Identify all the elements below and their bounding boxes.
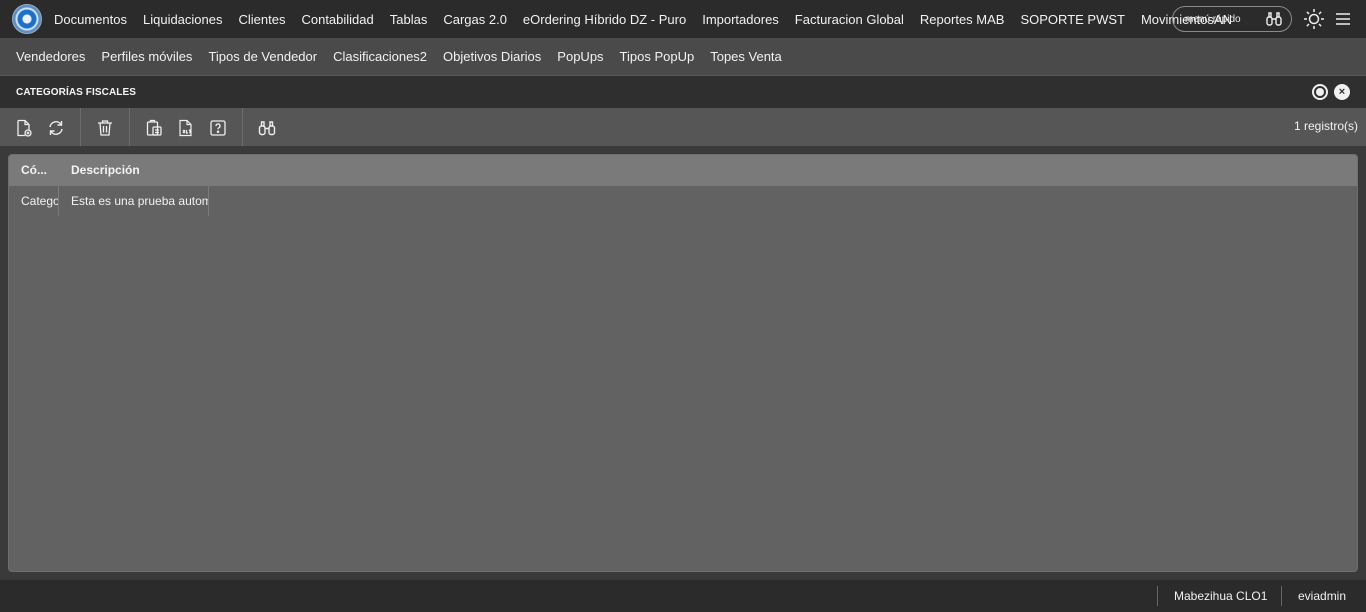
submenu-item-objetivos-diarios[interactable]: Objetivos Diarios bbox=[435, 49, 549, 64]
menu-item-contabilidad[interactable]: Contabilidad bbox=[293, 12, 381, 27]
record-count: 1 registro(s) bbox=[1293, 119, 1358, 133]
menu-item-tablas[interactable]: Tablas bbox=[382, 12, 436, 27]
toolbar-separator bbox=[80, 108, 81, 146]
app-logo[interactable] bbox=[12, 4, 42, 34]
binoculars-icon[interactable] bbox=[1265, 10, 1283, 31]
quick-menu-label: menú rápido bbox=[1185, 13, 1241, 25]
panel-close-button[interactable]: × bbox=[1334, 84, 1350, 100]
submenu-item-perfiles-moviles[interactable]: Perfiles móviles bbox=[93, 49, 200, 64]
submenu-item-popups[interactable]: PopUps bbox=[549, 49, 611, 64]
menu-item-liquidaciones[interactable]: Liquidaciones bbox=[135, 12, 231, 27]
menu-item-soporte-pwst[interactable]: SOPORTE PWST bbox=[1012, 12, 1133, 27]
help-icon[interactable] bbox=[208, 118, 228, 138]
search-binoculars-icon[interactable] bbox=[257, 118, 277, 138]
xls-export-icon[interactable] bbox=[176, 118, 196, 138]
refresh-icon[interactable] bbox=[46, 118, 66, 138]
menu-item-eordering[interactable]: eOrdering Híbrido DZ - Puro bbox=[515, 12, 694, 27]
theme-toggle-sun-icon[interactable] bbox=[1303, 8, 1325, 30]
new-record-icon[interactable] bbox=[14, 118, 34, 138]
panel-options-button[interactable] bbox=[1312, 84, 1328, 100]
submenu-item-tipos-vendedor[interactable]: Tipos de Vendedor bbox=[200, 49, 325, 64]
menu-item-clientes[interactable]: Clientes bbox=[231, 12, 294, 27]
submenu-item-clasificaciones2[interactable]: Clasificaciones2 bbox=[325, 49, 435, 64]
submenu-item-topes-venta[interactable]: Topes Venta bbox=[702, 49, 790, 64]
data-grid: Có... Descripción Catego Esta es una pru… bbox=[8, 154, 1358, 572]
panel-header: CATEGORÍAS FISCALES bbox=[0, 76, 1366, 108]
status-bar: Mabezihua CLO1 eviadmin bbox=[0, 580, 1366, 612]
column-header-descripcion[interactable]: Descripción bbox=[59, 155, 209, 186]
user-label[interactable]: eviadmin bbox=[1298, 580, 1346, 612]
status-separator bbox=[1157, 586, 1158, 606]
sub-menu-bar: Vendedores Perfiles móviles Tipos de Ven… bbox=[0, 38, 1366, 76]
cell-descripcion[interactable]: Esta es una prueba automa bbox=[59, 186, 209, 216]
menu-item-documentos[interactable]: Documentos bbox=[54, 12, 135, 27]
menu-item-reportes-mab[interactable]: Reportes MAB bbox=[912, 12, 1013, 27]
toolbar-separator bbox=[242, 108, 243, 146]
hamburger-menu-icon[interactable] bbox=[1335, 10, 1351, 28]
toolbar-separator bbox=[129, 108, 130, 146]
submenu-item-vendedores[interactable]: Vendedores bbox=[8, 49, 93, 64]
cell-codigo[interactable]: Catego bbox=[9, 186, 59, 216]
submenu-item-tipos-popup[interactable]: Tipos PopUp bbox=[612, 49, 703, 64]
status-separator bbox=[1281, 586, 1282, 606]
grid-header: Có... Descripción bbox=[9, 155, 1357, 186]
main-menu: Documentos Liquidaciones Clientes Contab… bbox=[54, 0, 1240, 38]
clipboard-icon[interactable] bbox=[144, 118, 164, 138]
quick-menu-search[interactable]: menú rápido bbox=[1172, 6, 1292, 32]
trash-icon[interactable] bbox=[95, 118, 115, 138]
menu-item-facturacion-global[interactable]: Facturacion Global bbox=[787, 12, 912, 27]
top-navigation-bar: Documentos Liquidaciones Clientes Contab… bbox=[0, 0, 1366, 38]
menu-item-importadores[interactable]: Importadores bbox=[694, 12, 787, 27]
panel-title: CATEGORÍAS FISCALES bbox=[16, 86, 137, 98]
menu-item-cargas[interactable]: Cargas 2.0 bbox=[435, 12, 515, 27]
column-header-codigo[interactable]: Có... bbox=[9, 155, 59, 186]
company-label: Mabezihua CLO1 bbox=[1174, 589, 1268, 603]
toolbar: 1 registro(s) bbox=[0, 108, 1366, 146]
